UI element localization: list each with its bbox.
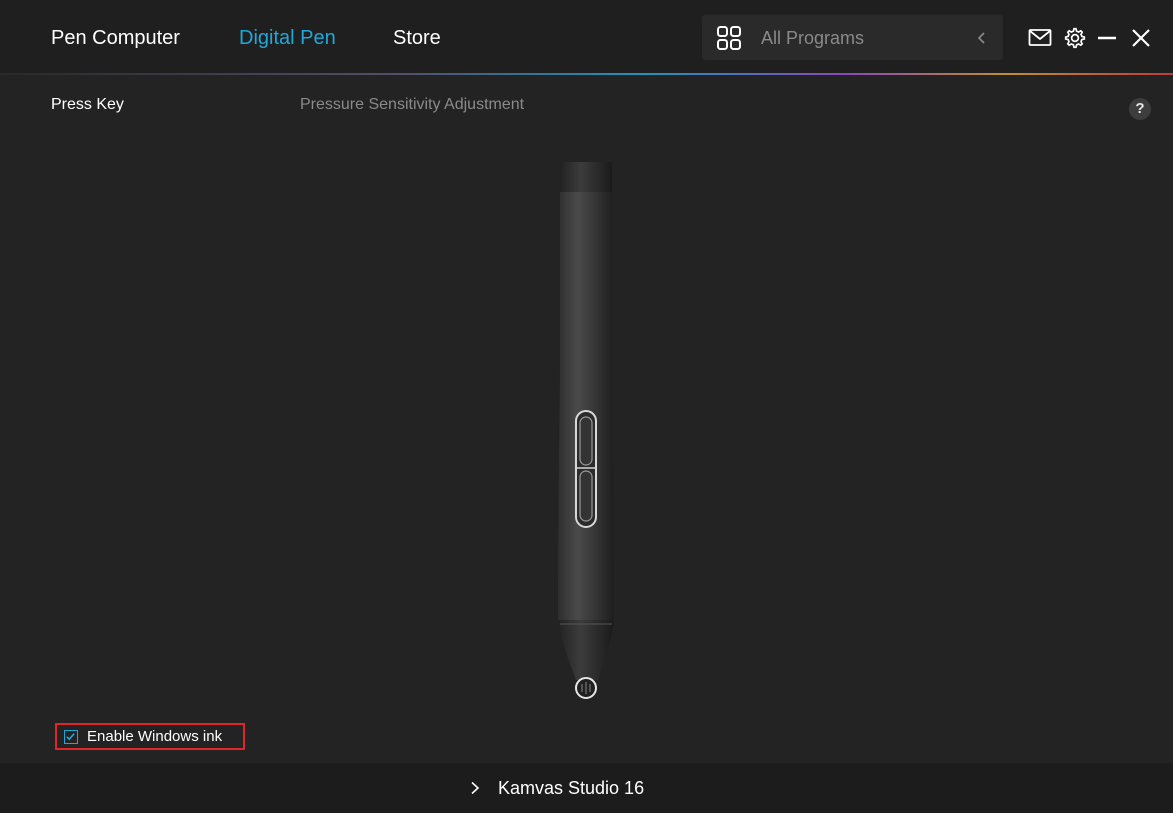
- device-footer: Kamvas Studio 16: [0, 763, 1173, 813]
- help-icon[interactable]: ?: [1129, 98, 1151, 120]
- close-icon[interactable]: [1131, 27, 1151, 49]
- enable-windows-ink-option[interactable]: Enable Windows ink: [55, 723, 245, 750]
- grid-icon: [717, 26, 741, 50]
- mail-icon[interactable]: [1028, 28, 1052, 48]
- check-icon: [66, 732, 75, 740]
- top-bar: Pen Computer Digital Pen Store All Progr…: [0, 0, 1173, 74]
- device-name: Kamvas Studio 16: [498, 777, 645, 798]
- subtab-pressure-sensitivity[interactable]: Pressure Sensitivity Adjustment: [300, 96, 524, 114]
- chevron-left-icon[interactable]: [974, 29, 990, 47]
- subtab-press-key[interactable]: Press Key: [51, 96, 124, 114]
- program-selector-label: All Programs: [761, 28, 865, 48]
- minimize-icon[interactable]: [1096, 27, 1118, 49]
- tab-store[interactable]: Store: [393, 25, 441, 51]
- windows-ink-label: Enable Windows ink: [87, 728, 223, 745]
- windows-ink-checkbox[interactable]: [64, 729, 78, 744]
- device-selector[interactable]: Kamvas Studio 16: [470, 777, 644, 799]
- tab-digital-pen[interactable]: Digital Pen: [239, 25, 336, 51]
- header-accent-line: [0, 73, 1173, 75]
- gear-icon[interactable]: [1064, 27, 1086, 49]
- digital-pen-illustration: [558, 162, 614, 699]
- app-window: Pen Computer Digital Pen Store All Progr…: [0, 0, 1173, 813]
- chevron-right-icon: [471, 781, 480, 795]
- program-selector[interactable]: All Programs: [702, 15, 1003, 60]
- tab-pen-computer[interactable]: Pen Computer: [51, 25, 180, 51]
